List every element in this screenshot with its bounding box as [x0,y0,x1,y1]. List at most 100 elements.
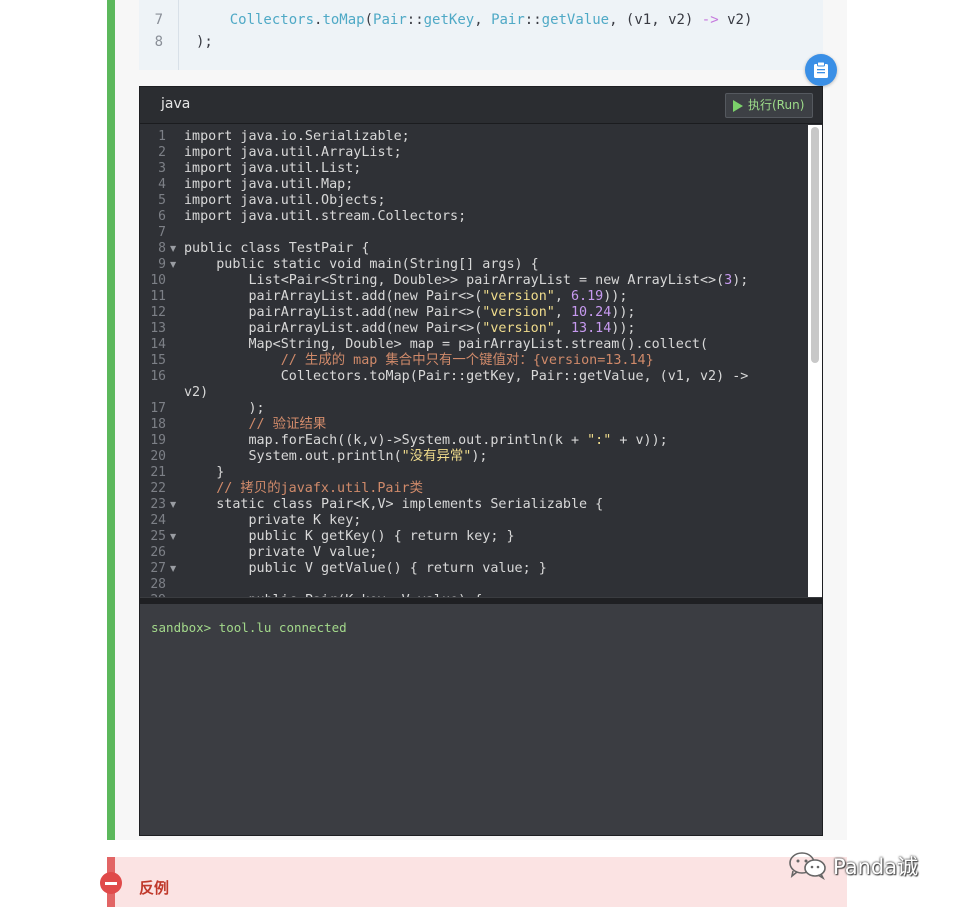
code-token: public static void main(String[] args) { [184,257,539,272]
code-token: "version" [482,321,555,336]
line-number: 12 [150,305,166,320]
code-token: map.forEach((k,v)->System.out.println(k … [184,433,588,448]
line-number: 21 [150,465,166,480]
line-number: 25 [150,529,166,544]
line-number: 5 [158,193,166,208]
language-label: java [161,96,191,112]
clipboard-icon [814,61,828,78]
code-token: , [474,12,492,28]
line-number: 13 [150,321,166,336]
scrollbar-thumb[interactable] [811,127,819,363]
watermark: Panda诚 [787,850,937,880]
online-code-editor: java 执行(Run) 1 import java.io.Serializabl… [139,86,823,836]
play-icon [733,100,743,112]
code-token: import java.util.stream.Collectors; [184,209,467,224]
code-token: Collectors [196,12,315,28]
snippet-line-number: 8 [154,34,163,50]
code-token: } [184,465,225,480]
line-number: 8 [158,241,166,256]
code-token: public class TestPair { [184,241,370,256]
code-token: v2) [184,385,209,400]
line-number: 14 [150,337,166,352]
code-line: private V value; [184,545,377,561]
line-number: 26 [150,545,166,560]
run-button-label: 执行(Run) [748,98,805,112]
code-line: public static void main(String[] args) { [184,257,539,273]
code-line: static class Pair<K,V> implements Serial… [184,497,603,513]
code-token: + v)); [611,433,668,448]
code-token: public K getKey() { return key; } [184,529,515,544]
code-token: "没有异常" [401,449,472,464]
code-area[interactable]: 1 import java.io.Serializable; 2 import jav… [140,125,822,597]
output-console: sandbox> tool.lu connected [140,604,822,835]
code-token: getValue [541,12,610,28]
code-token: )); [611,305,636,320]
code-token: , [554,289,571,304]
code-token: 10.24 [570,305,612,320]
code-token: 13.14 [570,321,612,336]
run-button[interactable]: 执行(Run) [725,93,813,118]
code-line: import java.util.Objects; [184,193,386,209]
code-token: ); [196,34,213,50]
code-token: ( [364,12,374,28]
line-number: 22 [150,481,166,496]
fold-arrow-icon[interactable]: ▼ [170,561,178,577]
console-output: sandbox> tool.lu connected [151,620,347,635]
code-snippet: 7 Collectors.toMap(Pair::getKey, Pair::g… [139,0,823,70]
code-token: :: [524,12,542,28]
code-token: "version" [482,305,555,320]
line-number: 19 [150,433,166,448]
code-token: List<Pair<String, Double>> pairArrayList… [184,273,725,288]
code-token: -> [701,12,719,28]
code-token: ); [184,401,265,416]
line-number: 20 [150,449,166,464]
code-line: map.forEach((k,v)->System.out.println(k … [184,433,668,449]
fold-arrow-icon[interactable]: ▼ [170,257,178,273]
line-number: 6 [158,209,166,224]
line-number: 3 [158,161,166,176]
code-token: )); [611,321,636,336]
code-line: // 验证结果 [184,417,326,433]
line-number: 28 [150,577,166,592]
copy-code-button[interactable] [805,54,837,86]
code-token: , [554,305,571,320]
code-token: v2) [718,12,753,28]
snippet-line-number: 7 [154,12,163,28]
code-line: public K getKey() { return key; } [184,529,515,545]
code-line: import java.util.ArrayList; [184,145,402,161]
code-line: Collectors.toMap(Pair::getKey, Pair::get… [184,369,749,385]
code-token: pairArrayList.add(new Pair<>( [184,305,483,320]
code-line: System.out.println("没有异常"); [184,449,487,465]
code-line: pairArrayList.add(new Pair<>("version", … [184,321,635,337]
line-number: 27 [150,561,166,576]
line-number: 15 [150,353,166,368]
code-line: import java.util.List; [184,161,361,177]
code-token: , (v1, v2) [609,12,702,28]
code-line: pairArrayList.add(new Pair<>("version", … [184,289,627,305]
code-line: // 生成的 map 集合中只有一个键值对：{version=13.14} [184,353,654,369]
line-number: 4 [158,177,166,192]
code-token: import java.io.Serializable; [184,129,410,144]
line-number: 24 [150,513,166,528]
code-token: )); [603,289,628,304]
code-token: ); [732,273,749,288]
code-token: static class Pair<K,V> implements Serial… [184,497,604,512]
code-token: private K key; [184,513,362,528]
code-token: System.out.println( [184,449,402,464]
code-line: v2) [184,385,208,401]
code-line: import java.util.stream.Collectors; [184,209,466,225]
fold-arrow-icon[interactable]: ▼ [170,241,178,257]
line-number: 16 [150,369,166,384]
code-line: pairArrayList.add(new Pair<>("version", … [184,305,635,321]
line-number: 18 [150,417,166,432]
code-token: import java.util.List; [184,161,362,176]
fold-arrow-icon[interactable]: ▼ [170,497,178,513]
pane-splitter[interactable] [140,597,822,604]
tip-accent-bar [107,0,115,840]
line-number: 2 [158,145,166,160]
line-number: 7 [158,225,166,240]
code-line: import java.util.Map; [184,177,353,193]
code-token: toMap [322,12,365,28]
code-token: pairArrayList.add(new Pair<>( [184,321,483,336]
fold-arrow-icon[interactable]: ▼ [170,529,178,545]
